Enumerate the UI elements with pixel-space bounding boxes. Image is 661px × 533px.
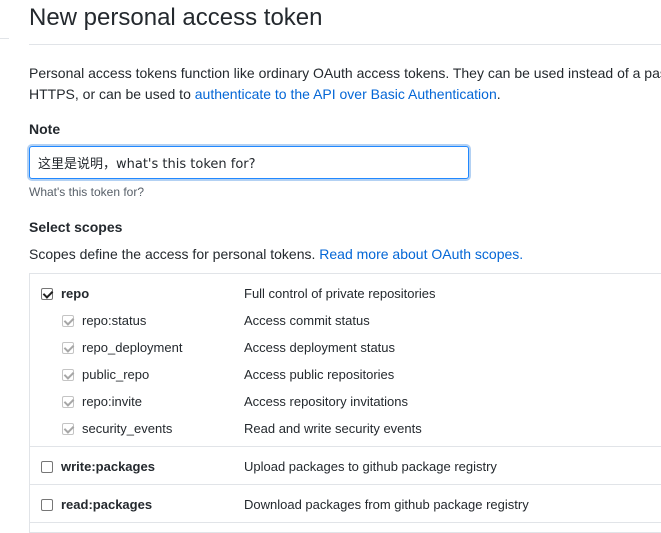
scope-description: Access public repositories [244, 367, 395, 382]
title-divider [29, 44, 661, 45]
scope-name: repo [61, 286, 90, 301]
scope-description: Upload packages to github package regist… [244, 459, 497, 474]
scope-description: Access commit status [244, 313, 370, 328]
select-scopes-label: Select scopes [29, 219, 123, 235]
scope-row-repo-status: repo:status Access commit status [30, 312, 661, 332]
scope-row-repo-deployment: repo_deployment Access deployment status [30, 339, 661, 359]
scope-name: repo:status [82, 313, 147, 328]
page-title: New personal access token [29, 4, 323, 31]
note-label: Note [29, 121, 61, 137]
scope-name: read:packages [61, 497, 153, 512]
scope-divider [30, 446, 661, 447]
scopes-description-text: Scopes define the access for personal to… [29, 246, 320, 262]
scope-checkbox-repo[interactable] [41, 288, 53, 300]
basic-auth-link[interactable]: authenticate to the API over Basic Authe… [195, 86, 497, 102]
scope-checkbox-repo-status[interactable] [62, 315, 74, 327]
scope-description: Download packages from github package re… [244, 497, 529, 512]
scope-checkbox-repo-invite[interactable] [62, 396, 74, 408]
note-hint: What's this token for? [29, 185, 145, 199]
scope-name: public_repo [82, 367, 150, 382]
scope-row-repo: repo Full control of private repositorie… [30, 285, 661, 305]
note-input[interactable] [29, 146, 469, 179]
intro-text: Personal access tokens function like ord… [29, 65, 661, 81]
scope-row-write-packages: write:packages Upload packages to github… [30, 458, 661, 478]
scope-checkbox-write-packages[interactable] [41, 461, 53, 473]
scope-row-public-repo: public_repo Access public repositories [30, 366, 661, 386]
scope-name: repo_deployment [82, 340, 183, 355]
scope-description: Access deployment status [244, 340, 396, 355]
scope-checkbox-read-packages[interactable] [41, 499, 53, 511]
scope-row-security-events: security_events Read and write security … [30, 420, 661, 440]
intro-line2-prefix: HTTPS, or can be used to [29, 86, 195, 102]
scope-description: Full control of private repositories [244, 286, 436, 301]
scopes-description: Scopes define the access for personal to… [29, 246, 523, 262]
scope-divider [30, 484, 661, 485]
oauth-scopes-link[interactable]: Read more about OAuth scopes. [319, 246, 523, 262]
scope-name: write:packages [61, 459, 155, 474]
scope-divider [30, 522, 661, 523]
intro-paragraph: Personal access tokens function like ord… [29, 63, 661, 105]
scope-description: Access repository invitations [244, 394, 409, 409]
left-divider [0, 38, 9, 39]
intro-line2-suffix: . [496, 86, 501, 102]
scope-checkbox-public-repo[interactable] [62, 369, 74, 381]
scope-name: repo:invite [82, 394, 142, 409]
scope-description: Read and write security events [244, 421, 422, 436]
scope-row-read-packages: read:packages Download packages from git… [30, 496, 661, 516]
scopes-list: repo Full control of private repositorie… [29, 273, 661, 533]
scope-checkbox-security-events[interactable] [62, 423, 74, 435]
scope-name: security_events [82, 421, 173, 436]
scope-checkbox-repo-deployment[interactable] [62, 342, 74, 354]
scope-row-repo-invite: repo:invite Access repository invitation… [30, 393, 661, 413]
